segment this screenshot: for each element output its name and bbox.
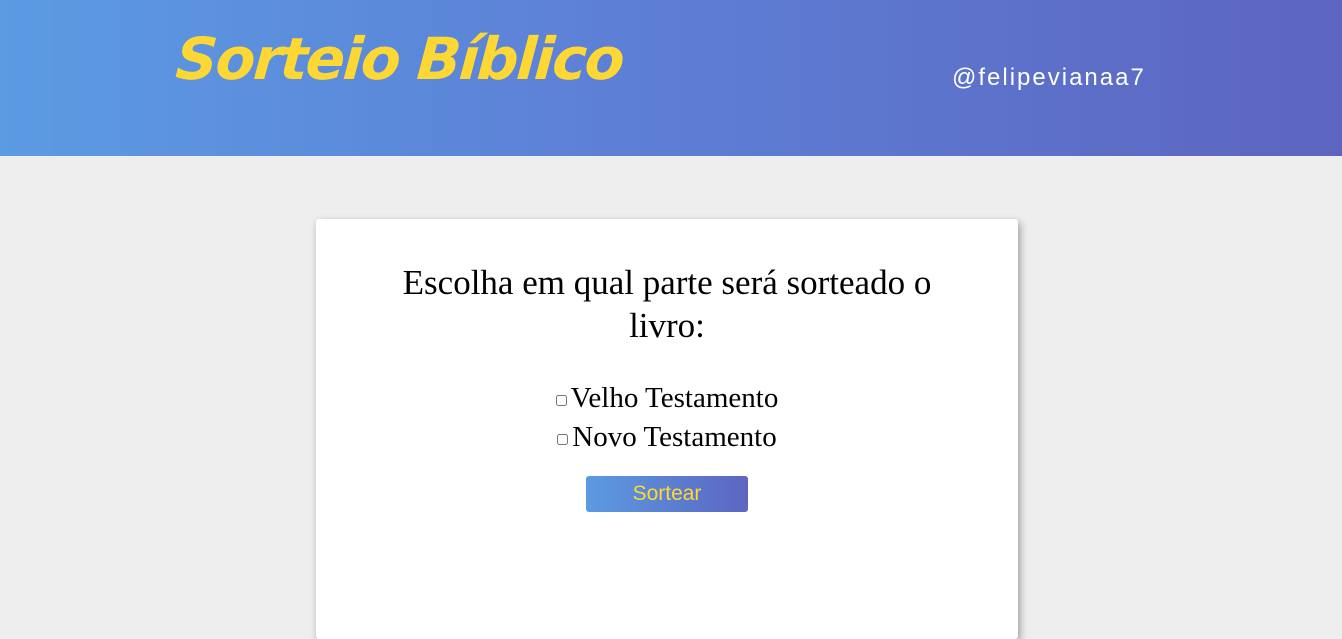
- card-question: Escolha em qual parte será sorteado o li…: [402, 263, 932, 345]
- option-new-testament[interactable]: Novo Testamento: [316, 418, 1018, 457]
- new-testament-checkbox[interactable]: [557, 433, 569, 445]
- option-old-testament[interactable]: Velho Testamento: [316, 379, 1018, 418]
- draw-button[interactable]: Sortear: [586, 476, 748, 512]
- old-testament-checkbox[interactable]: [555, 394, 567, 406]
- old-testament-label: Velho Testamento: [570, 382, 779, 414]
- testament-options: Velho Testamento Novo Testamento: [316, 379, 1018, 457]
- author-handle: @felipevianaa7: [952, 64, 1146, 91]
- draw-card: Escolha em qual parte será sorteado o li…: [316, 219, 1018, 639]
- site-header: Sorteio Bíblico @felipevianaa7: [0, 0, 1342, 156]
- site-logo: Sorteio Bíblico: [173, 25, 626, 93]
- new-testament-label: Novo Testamento: [572, 421, 777, 453]
